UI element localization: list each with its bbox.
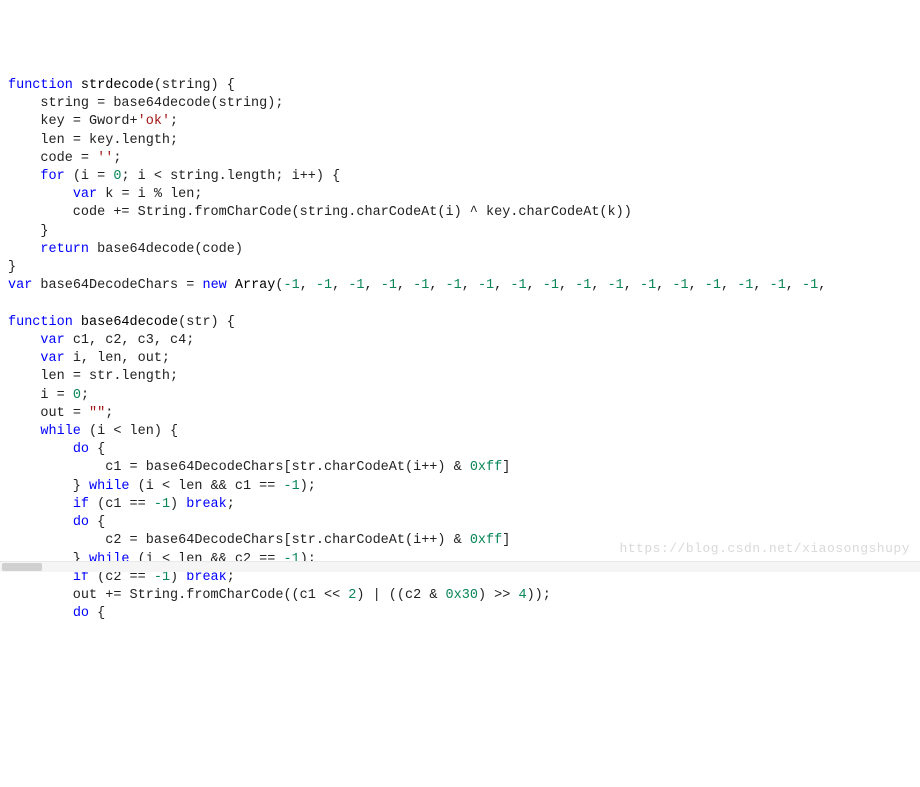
- horizontal-scrollbar-thumb[interactable]: [2, 563, 42, 571]
- code-block: function strdecode(string) { string = ba…: [8, 77, 912, 624]
- horizontal-scrollbar[interactable]: [0, 561, 920, 572]
